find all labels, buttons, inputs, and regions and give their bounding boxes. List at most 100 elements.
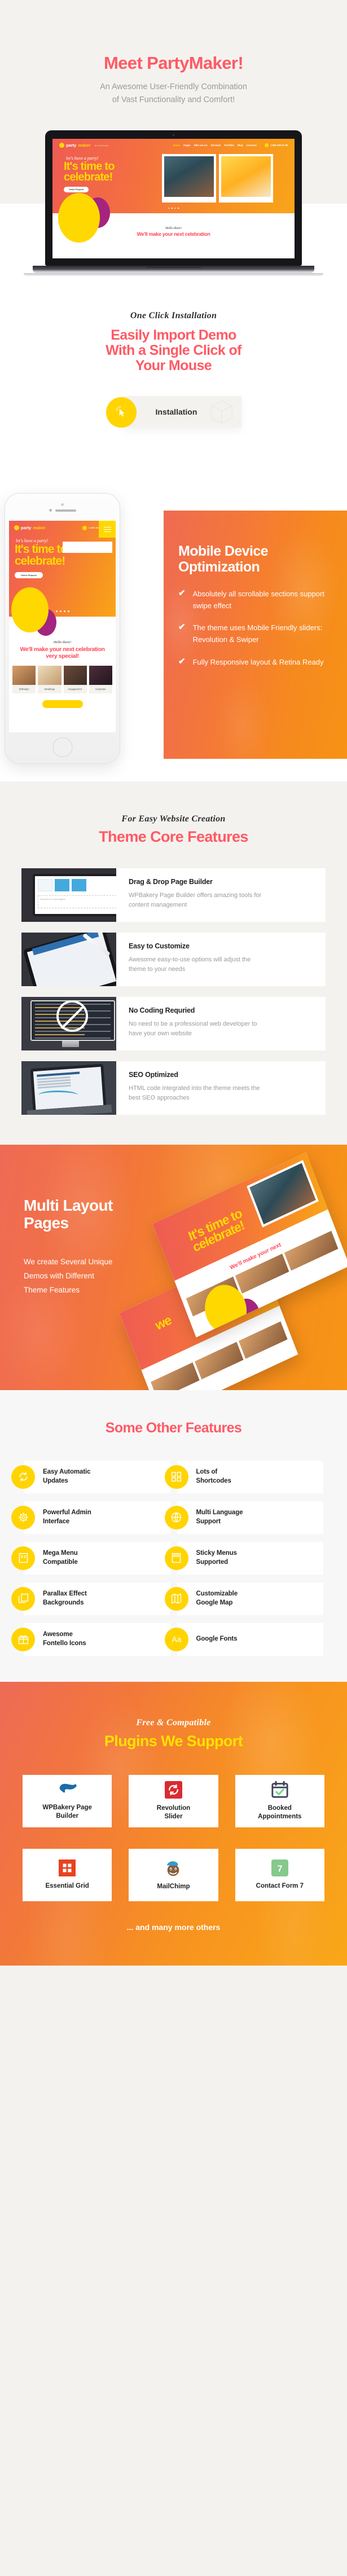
slider-dots (168, 207, 179, 209)
smiley-icon (59, 143, 64, 148)
phone-red-heading: We'll make your next celebration very sp… (12, 646, 112, 660)
mobile-optimization-section: Mobile Device Optimization ✔ Absolutely … (0, 474, 347, 782)
landing-page: Meet PartyMaker! An Awesome User-Friendl… (0, 0, 347, 1966)
plugin-contact-form-7[interactable]: 7 Contact Form 7 (235, 1848, 324, 1901)
feature-customizable-google-map[interactable]: Customizable Google Map (164, 1582, 323, 1615)
plugins-eyebrow: Free & Compatible (136, 1717, 211, 1727)
phone-cta-button: Online Request (15, 572, 43, 579)
plugin-booked-appointments[interactable]: Booked Appointments (235, 1774, 324, 1827)
check-icon: ✔ (178, 656, 186, 666)
core-feature-text: HTML code integrated into the theme meet… (129, 1084, 260, 1102)
mega-menu-icon (11, 1546, 35, 1570)
multi-title-line1: Multi Layout (24, 1196, 113, 1214)
plugins-section: Free & Compatible Plugins We Support WPB… (0, 1681, 347, 1966)
plugin-name: Revolution Slider (156, 1804, 191, 1820)
list-item: Weddings (38, 665, 62, 693)
multi-layout-pages-section: we It's time to celebrate! We'll make you… (0, 1144, 347, 1390)
feature-parallax-effect-backgrounds[interactable]: Parallax Effect Backgrounds (11, 1582, 170, 1615)
core-eyebrow: For Easy Website Creation (121, 814, 226, 824)
plugin-wpbakery-page-builder[interactable]: WPBakery Page Builder (23, 1774, 112, 1827)
core-feature-row: No Coding Requried No need to be a profe… (21, 996, 326, 1050)
multi-text-line2: Demos with Different (24, 1272, 95, 1281)
thumb-label: Corporate (95, 687, 106, 691)
hero-subtitle-line1: An Awesome User-Friendly Combination (100, 82, 247, 92)
laptop-foot (24, 273, 323, 276)
phone-speaker (49, 509, 76, 512)
one-click-install-section: One Click Installation Easily Import Dem… (0, 276, 347, 474)
hero-subtitle-line2: of Vast Functionality and Comfort! (112, 95, 235, 104)
globe-icon (164, 1505, 188, 1529)
thumb-label: Birthdays (19, 687, 29, 691)
drag-drop-builder-image: Drag here to add widgets (21, 868, 116, 922)
phone-mockup-hero: party maker 1 800 345 87 89 let's have a … (9, 521, 116, 636)
mobile-title: Mobile Device Optimization (178, 543, 332, 575)
core-feature-text: No need to be a professional web develop… (129, 1020, 257, 1038)
mockup-headline-line2: celebrate! (64, 170, 113, 183)
install-title-line1: Easily Import Demo (111, 327, 236, 344)
feature-mega-menu-compatible[interactable]: Mega Menu Compatible (11, 1541, 170, 1575)
other-features-title: Some Other Features (105, 1419, 242, 1436)
install-panel[interactable]: Installation (122, 396, 241, 428)
phone-headline-line2: celebrate! (15, 555, 65, 568)
plugin-revolution-slider[interactable]: Revolution Slider (129, 1774, 218, 1827)
balloon-yellow (11, 587, 49, 633)
install-label: Installation (155, 407, 197, 417)
map-icon (164, 1586, 188, 1611)
laptop-base (33, 266, 314, 274)
phone-screen: party maker 1 800 345 87 89 let's have a … (9, 521, 116, 733)
grid-blocks-icon (164, 1465, 188, 1489)
phone-mockup: party maker 1 800 345 87 89 let's have a … (5, 493, 120, 764)
seo-optimized-image (21, 1061, 116, 1115)
check-icon: ✔ (178, 588, 186, 599)
photo-card (219, 154, 273, 203)
feature-multi-language-support[interactable]: Multi Language Support (164, 1501, 323, 1534)
feature-label: Easy Automatic Updates (43, 1469, 91, 1484)
plugin-essential-grid[interactable]: Essential Grid (23, 1848, 112, 1901)
other-features-section: Some Other Features Easy Automatic Update… (0, 1390, 347, 1682)
logo-part1: party (66, 143, 77, 148)
core-feature-text: WPBakery Page Builder offers amazing too… (129, 891, 262, 909)
package-box-icon (210, 399, 234, 424)
multi-text-line1: We create Several Unique (24, 1258, 113, 1267)
mockup-photo-cards (162, 154, 273, 203)
logo-part1: party (21, 525, 32, 531)
core-feature-heading: No Coding Requried (129, 1006, 195, 1014)
feature-powerful-admin-interface[interactable]: Powerful Admin Interface (11, 1501, 170, 1534)
phone-red-line1: We'll make your next celebration (20, 646, 105, 653)
core-feature-row: Drag here to add widgets Drag & Drop Pag… (21, 868, 326, 922)
multi-description: We create Several Unique Demos with Diff… (24, 1255, 155, 1298)
feature-lots-of-shortcodes[interactable]: Lots of Shortcodes (164, 1460, 323, 1493)
plugin-mailchimp[interactable]: MailChimp (129, 1848, 218, 1901)
svg-text:Aa: Aa (172, 1635, 181, 1644)
list-item: Corporate (89, 665, 112, 693)
feature-google-fonts[interactable]: Aa Google Fonts (164, 1623, 323, 1656)
list-item: ✔ The theme uses Mobile Friendly sliders… (178, 622, 332, 645)
mockup-cta-button: Online Request (64, 187, 89, 193)
mobile-item-text: The theme uses Mobile Friendly sliders: … (192, 623, 323, 644)
plugin-name: WPBakery Page Builder (42, 1804, 92, 1819)
check-icon: ✔ (178, 622, 186, 632)
hero-section: Meet PartyMaker! An Awesome User-Friendl… (0, 0, 347, 276)
wpbakery-logo (56, 1782, 78, 1798)
feature-awesome-fontello-icons[interactable]: Awesome Fontello Icons (11, 1623, 170, 1656)
phone-number: 1 800 345 87 89 (270, 144, 288, 147)
feature-easy-automatic-updates[interactable]: Easy Automatic Updates (11, 1460, 170, 1493)
feature-sticky-menus-supported[interactable]: Sticky Menus Supported (164, 1541, 323, 1575)
cursor-click-icon[interactable] (106, 397, 137, 428)
install-eyebrow: One Click Installation (130, 311, 217, 321)
slider-dots (55, 610, 69, 613)
phone-icon (264, 143, 269, 148)
balloon-yellow (58, 193, 100, 243)
mobile-orange-panel: Mobile Device Optimization ✔ Absolutely … (164, 511, 347, 759)
revolution-slider-logo (164, 1781, 182, 1799)
multi-text-line3: Theme Features (24, 1286, 80, 1295)
install-title-line2: With a Single Click of (106, 342, 241, 359)
photo-card (162, 154, 216, 203)
mobile-feature-list: ✔ Absolutely all scrollable sections sup… (178, 588, 332, 668)
core-feature-heading: Easy to Customize (129, 942, 190, 950)
no-entry-icon (56, 1000, 88, 1032)
easy-customize-image (21, 932, 116, 986)
plugins-title: Plugins We Support (104, 1732, 243, 1749)
install-title-line3: Your Mouse (135, 358, 212, 374)
plugin-name: Essential Grid (45, 1882, 89, 1889)
